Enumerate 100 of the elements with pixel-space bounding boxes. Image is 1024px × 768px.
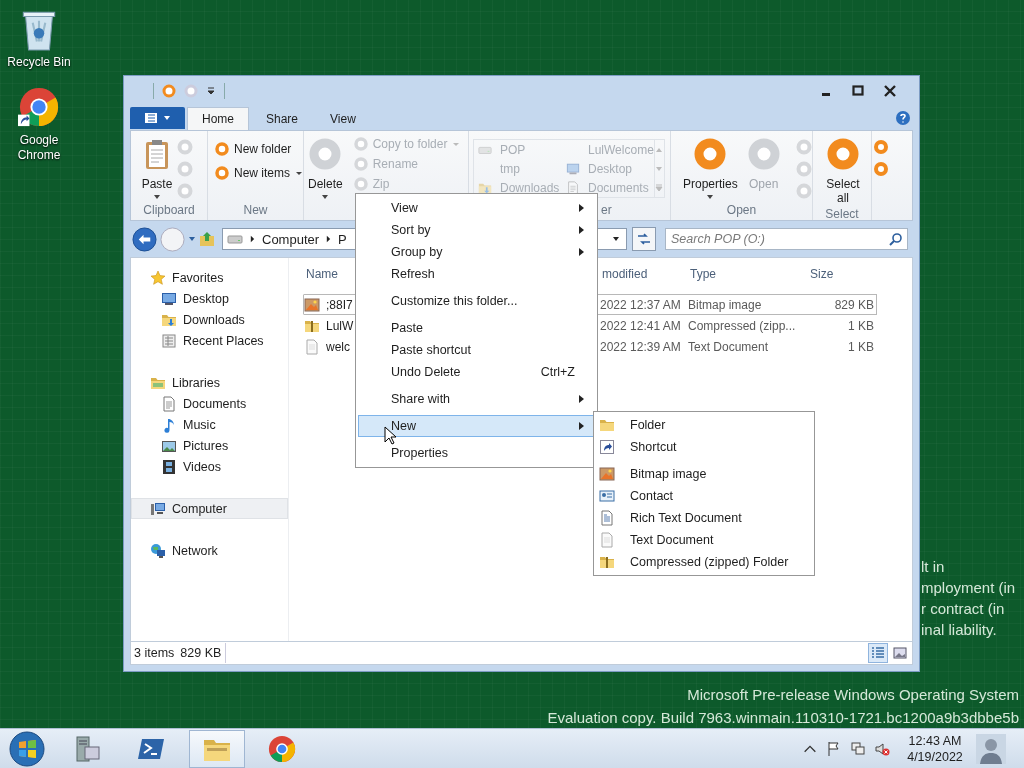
menu-item[interactable]: Rich Text Document — [596, 507, 812, 529]
caret-icon — [706, 193, 715, 201]
column-header[interactable]: modified — [600, 266, 688, 281]
ring-icon[interactable] — [873, 161, 889, 177]
speaker-muted-icon[interactable] — [874, 740, 890, 757]
folder-icon — [599, 417, 615, 433]
contact-card-icon — [599, 488, 615, 504]
globe-monitor-icon — [150, 542, 166, 559]
caret-icon[interactable] — [188, 235, 196, 243]
menu-item[interactable]: Compressed (zipped) Folder — [596, 551, 812, 573]
group-label: er — [601, 203, 612, 219]
notice-text: inal liability. — [921, 620, 998, 640]
ribbon-tab[interactable]: Home — [187, 107, 249, 130]
ring-icon — [309, 138, 342, 170]
submenu-arrow-icon — [579, 248, 584, 256]
menu-item[interactable]: Contact — [596, 485, 812, 507]
column-header[interactable]: Size — [808, 266, 878, 281]
table-cell-text: Bitmap image — [688, 297, 763, 312]
table-cell-text: 2022 12:37 AM — [600, 297, 682, 312]
menu-item[interactable]: Text Document — [596, 529, 812, 551]
search-field[interactable]: Search POP (O:) — [665, 228, 908, 250]
paste-button[interactable]: Paste — [137, 136, 177, 203]
group-label: Select — [824, 207, 860, 221]
up-folder-icon[interactable] — [199, 231, 215, 247]
submenu-arrow-icon — [579, 204, 584, 212]
image-file-icon — [304, 296, 320, 313]
table-cell-text: 1 KB — [847, 339, 875, 354]
menu-item[interactable]: Properties — [358, 442, 595, 464]
menu-item[interactable]: Bitmap image — [596, 463, 812, 485]
menu-item[interactable]: Folder — [596, 414, 812, 436]
sidebar-item[interactable]: Pictures — [131, 435, 288, 456]
monitor-icon — [161, 290, 177, 307]
menu-item[interactable]: Customize this folder... — [358, 290, 595, 312]
document-grid-icon — [161, 332, 177, 349]
ribbon-tab[interactable]: View — [315, 107, 371, 130]
sidebar-item[interactable]: Computer — [131, 498, 288, 519]
start-orb-icon[interactable] — [9, 730, 45, 767]
document-icon — [599, 510, 615, 526]
menu-item[interactable]: Paste shortcut — [358, 339, 595, 361]
menu-item[interactable]: Group by — [358, 241, 595, 263]
sidebar-item[interactable]: Videos — [131, 456, 288, 477]
sidebar-item[interactable]: Downloads — [131, 309, 288, 330]
menu-item[interactable]: Sort by — [358, 219, 595, 241]
column-header[interactable]: Type — [688, 266, 808, 281]
file-menu-button[interactable] — [130, 107, 185, 129]
breadcrumb[interactable]: P — [338, 231, 347, 247]
file-item[interactable]: ;88I7 — [304, 295, 355, 314]
select-all-button[interactable]: Select all — [819, 136, 867, 207]
menu-item[interactable]: Undo Delete Ctrl+Z — [358, 361, 595, 383]
help-icon[interactable] — [895, 110, 911, 126]
back-button[interactable] — [132, 226, 157, 252]
caret-icon[interactable] — [206, 86, 216, 96]
ring-icon[interactable] — [162, 84, 176, 98]
submenu-arrow-icon — [579, 395, 584, 403]
ring-icon — [353, 137, 368, 151]
sidebar-item[interactable]: Music — [131, 414, 288, 435]
menu-item[interactable]: Refresh — [358, 263, 595, 285]
ring-icon — [827, 138, 859, 170]
flag-icon[interactable] — [826, 740, 842, 757]
star-icon — [150, 269, 166, 286]
item-count: 3 items — [134, 646, 175, 660]
document-icon — [161, 395, 177, 412]
text-file-icon — [304, 338, 320, 355]
ring-icon[interactable] — [873, 139, 889, 155]
file-item[interactable]: welc — [304, 337, 352, 356]
ribbon-button[interactable]: Properties — [679, 136, 742, 203]
table-cell-text: 829 KB — [833, 297, 875, 312]
size-text: 829 KB — [180, 646, 222, 660]
ribbon-button[interactable]: New items — [208, 162, 303, 184]
sidebar-item[interactable]: Libraries — [131, 372, 288, 393]
refresh-button[interactable] — [632, 227, 656, 251]
clock[interactable]: 12:43 AM 4/19/2022 — [898, 732, 972, 765]
maximize-icon[interactable] — [851, 84, 865, 98]
network-icon[interactable] — [850, 740, 866, 757]
menu-item[interactable]: Shortcut — [596, 436, 812, 458]
caret-icon — [163, 114, 171, 122]
sidebar-item[interactable]: Network — [131, 540, 288, 561]
build-notice-text: Microsoft Pre-release Windows Operating System — [687, 685, 1019, 705]
ribbon-button[interactable]: New folder — [208, 138, 303, 160]
ring-icon — [215, 166, 229, 180]
details-view-button[interactable] — [868, 643, 888, 663]
chevron-icon — [250, 235, 255, 243]
sidebar-item[interactable]: Recent Places — [131, 330, 288, 351]
user-avatar-icon[interactable] — [976, 733, 1006, 764]
zip-folder-icon — [599, 554, 615, 570]
dropdown-caret-icon[interactable] — [612, 235, 620, 243]
menu-item[interactable]: View — [358, 197, 595, 219]
sidebar-item[interactable]: Documents — [131, 393, 288, 414]
sidebar-item[interactable]: Desktop — [131, 288, 288, 309]
menu-item[interactable]: Paste — [358, 317, 595, 339]
gallery-scrollbar[interactable] — [653, 140, 664, 197]
sidebar-item[interactable]: Favorites — [131, 267, 288, 288]
file-item[interactable]: LulW — [304, 316, 356, 335]
menu-item[interactable]: New — [358, 415, 595, 437]
taskbar-folder-button[interactable] — [189, 729, 245, 768]
close-icon[interactable] — [883, 84, 897, 98]
menu-item[interactable]: Share with — [358, 388, 595, 410]
delete-button[interactable]: Delete — [304, 136, 347, 220]
breadcrumb[interactable]: Computer — [262, 231, 320, 247]
ribbon-tab[interactable]: Share — [251, 107, 314, 130]
